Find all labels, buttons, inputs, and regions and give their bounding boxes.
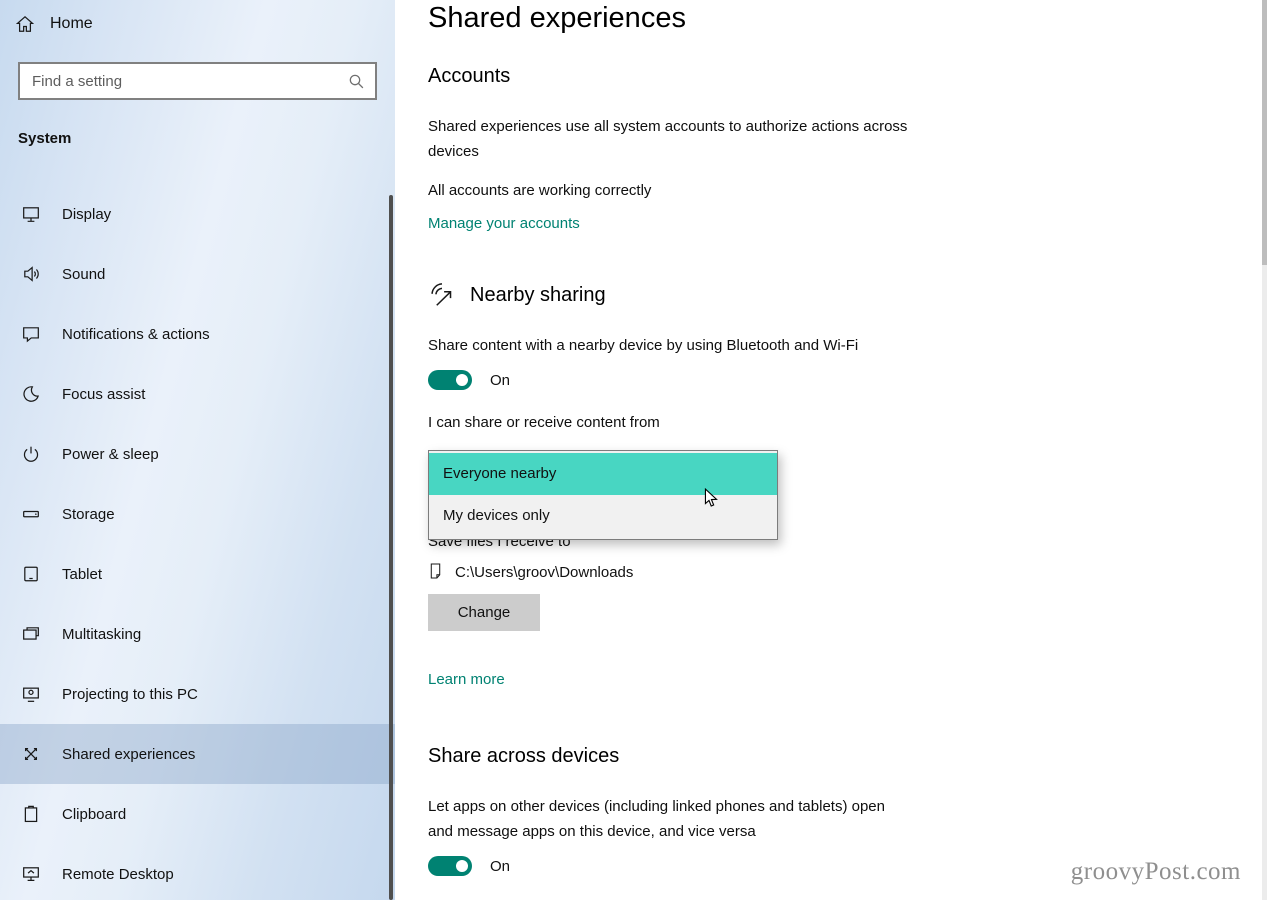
change-button[interactable]: Change: [428, 594, 540, 631]
nearby-sharing-header: Nearby sharing: [428, 281, 1008, 309]
sidebar-item-label: Power & sleep: [62, 446, 159, 463]
nearby-toggle-state: On: [490, 372, 510, 389]
nearby-sharing-icon: [428, 281, 456, 309]
main-content: Shared experiences Accounts Shared exper…: [428, 0, 1008, 876]
nearby-description: Share content with a nearby device by us…: [428, 333, 1008, 358]
sidebar-scrollbar[interactable]: [389, 195, 393, 900]
file-icon: [428, 562, 445, 582]
sidebar-item-focus-assist[interactable]: Focus assist: [0, 364, 395, 424]
sidebar-item-display[interactable]: Display: [0, 184, 395, 244]
save-path-row: C:\Users\groov\Downloads: [428, 562, 1008, 582]
focus-assist-icon: [22, 385, 40, 403]
sound-icon: [22, 265, 40, 283]
sidebar-item-notifications[interactable]: Notifications & actions: [0, 304, 395, 364]
nearby-sharing-heading: Nearby sharing: [470, 284, 606, 307]
sidebar-item-label: Shared experiences: [62, 746, 195, 763]
share-from-dropdown: Everyone nearby My devices only: [428, 450, 778, 540]
shared-experiences-icon: [22, 745, 40, 763]
power-sleep-icon: [22, 445, 40, 463]
page-scrollbar[interactable]: [1262, 0, 1267, 900]
sidebar-item-remote-desktop[interactable]: Remote Desktop: [0, 844, 395, 904]
clipboard-icon: [22, 805, 40, 823]
sidebar-item-multitasking[interactable]: Multitasking: [0, 604, 395, 664]
sidebar-item-label: Tablet: [62, 566, 102, 583]
share-across-toggle-state: On: [490, 858, 510, 875]
manage-accounts-link[interactable]: Manage your accounts: [428, 215, 580, 232]
home-icon: [16, 15, 34, 33]
dropdown-option-my-devices-only[interactable]: My devices only: [429, 495, 777, 537]
notifications-icon: [22, 325, 40, 343]
storage-icon: [22, 505, 40, 523]
sidebar-item-label: Remote Desktop: [62, 866, 174, 883]
home-label: Home: [50, 15, 93, 33]
accounts-status: All accounts are working correctly: [428, 178, 1008, 203]
nearby-sharing-toggle[interactable]: [428, 370, 472, 390]
toggle-knob: [456, 374, 468, 386]
sidebar-item-label: Projecting to this PC: [62, 686, 198, 703]
sidebar-item-tablet[interactable]: Tablet: [0, 544, 395, 604]
page-title: Shared experiences: [428, 2, 1008, 35]
search-box[interactable]: [18, 62, 377, 100]
share-across-toggle[interactable]: [428, 856, 472, 876]
tablet-icon: [22, 565, 40, 583]
sidebar-item-label: Sound: [62, 266, 105, 283]
share-from-label: I can share or receive content from: [428, 410, 1008, 435]
share-across-description: Let apps on other devices (including lin…: [428, 794, 1008, 844]
accounts-heading: Accounts: [428, 65, 1008, 88]
sidebar-item-home[interactable]: Home: [0, 0, 395, 48]
sidebar-item-power-sleep[interactable]: Power & sleep: [0, 424, 395, 484]
toggle-knob: [456, 860, 468, 872]
sidebar-section-title: System: [18, 130, 377, 147]
save-path-value: C:\Users\groov\Downloads: [455, 564, 633, 581]
nearby-toggle-row: On: [428, 370, 1008, 390]
share-across-heading: Share across devices: [428, 745, 1008, 768]
share-across-toggle-row: On: [428, 856, 1008, 876]
dropdown-option-everyone-nearby[interactable]: Everyone nearby: [429, 453, 777, 495]
sidebar-item-label: Display: [62, 206, 111, 223]
learn-more-link[interactable]: Learn more: [428, 671, 505, 688]
projecting-icon: [22, 685, 40, 703]
sidebar-item-projecting[interactable]: Projecting to this PC: [0, 664, 395, 724]
sidebar-item-label: Notifications & actions: [62, 326, 210, 343]
sidebar-item-storage[interactable]: Storage: [0, 484, 395, 544]
display-icon: [22, 205, 40, 223]
settings-sidebar: Home System Display Sound Notifications …: [0, 0, 395, 900]
sidebar-item-clipboard[interactable]: Clipboard: [0, 784, 395, 844]
search-icon: [348, 73, 365, 90]
sidebar-item-sound[interactable]: Sound: [0, 244, 395, 304]
watermark: groovyPost.com: [1071, 858, 1241, 886]
page-scrollbar-thumb[interactable]: [1262, 0, 1267, 265]
sidebar-item-shared-experiences[interactable]: Shared experiences: [0, 724, 395, 784]
sidebar-item-label: Focus assist: [62, 386, 145, 403]
sidebar-item-label: Clipboard: [62, 806, 126, 823]
sidebar-nav: Display Sound Notifications & actions Fo…: [0, 184, 395, 904]
mouse-cursor: [702, 488, 720, 508]
remote-desktop-icon: [22, 865, 40, 883]
multitasking-icon: [22, 625, 40, 643]
sidebar-item-label: Multitasking: [62, 626, 141, 643]
windows-settings-window: { "colors": { "accent": "#008272", "drop…: [0, 0, 1267, 900]
sidebar-item-label: Storage: [62, 506, 115, 523]
accounts-description: Shared experiences use all system accoun…: [428, 114, 1008, 164]
search-input[interactable]: [22, 64, 348, 98]
